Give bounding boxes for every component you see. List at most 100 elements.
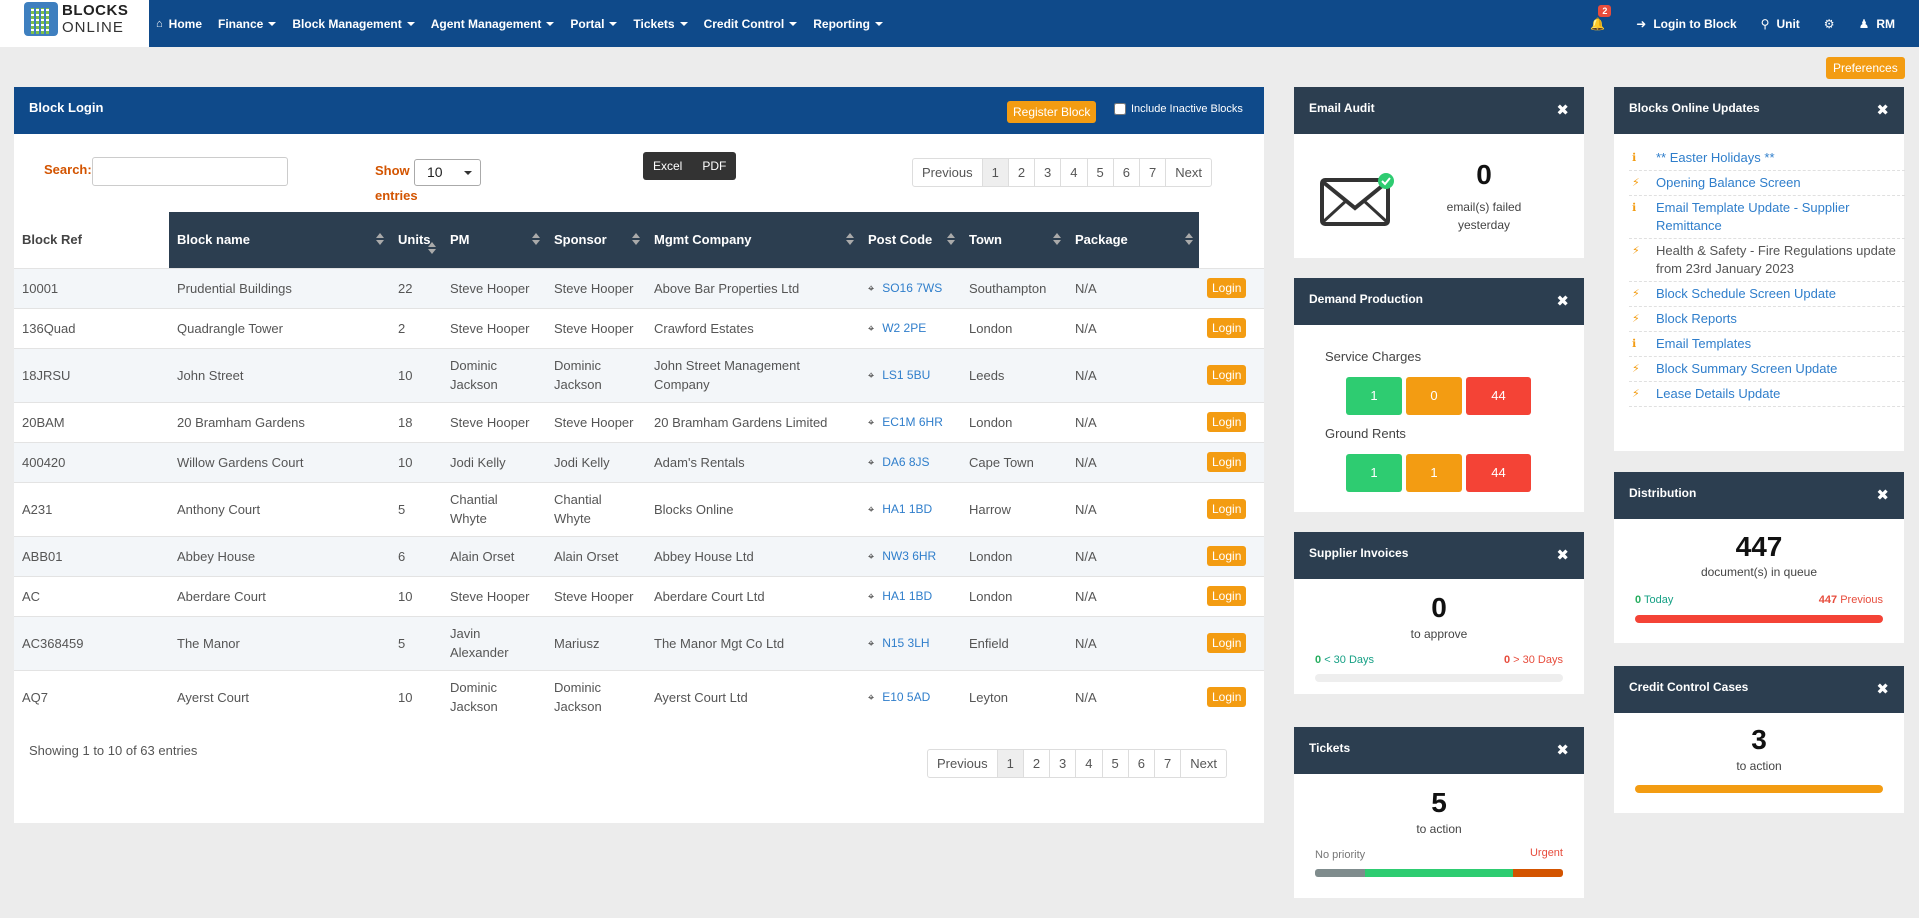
post-code-link[interactable]: E10 5AD bbox=[882, 690, 930, 704]
login-button[interactable]: Login bbox=[1207, 633, 1247, 653]
page-button[interactable]: Previous bbox=[913, 159, 982, 186]
page-button[interactable]: 5 bbox=[1101, 750, 1128, 777]
update-item[interactable]: ⚡ Health & Safety - Fire Regulations upda… bbox=[1629, 239, 1905, 282]
table-row: A231 Anthony Court 5 Chantial Whyte Chantial… bbox=[14, 481, 1264, 536]
page-button[interactable]: 4 bbox=[1060, 159, 1086, 186]
update-item[interactable]: ℹ Email Templates bbox=[1629, 332, 1905, 357]
page-size-select[interactable]: 10 bbox=[414, 159, 481, 186]
include-inactive-toggle[interactable]: Include Inactive Blocks bbox=[1114, 103, 1243, 115]
service-charges-green[interactable]: 1 bbox=[1346, 377, 1402, 415]
page-button[interactable]: Next bbox=[1180, 750, 1226, 777]
page-button[interactable]: 7 bbox=[1153, 750, 1180, 777]
search-input[interactable] bbox=[92, 157, 288, 186]
page-button[interactable]: 6 bbox=[1127, 750, 1154, 777]
col-package[interactable]: Package bbox=[1067, 212, 1199, 268]
invoices-under-30[interactable]: 0 < 30 Days bbox=[1315, 654, 1374, 666]
col-town[interactable]: Town bbox=[961, 212, 1067, 268]
invoices-over-30[interactable]: 0 > 30 Days bbox=[1504, 654, 1563, 666]
page-button[interactable]: 7 bbox=[1138, 159, 1165, 186]
nav-block-management[interactable]: Block Management bbox=[292, 17, 415, 31]
close-icon[interactable]: ✖ bbox=[1556, 101, 1569, 119]
post-code-link[interactable]: HA1 1BD bbox=[882, 589, 932, 603]
col-units[interactable]: Units bbox=[390, 212, 442, 268]
update-item[interactable]: ℹ Email Template Update - Supplier Remitt… bbox=[1629, 196, 1905, 239]
page-button[interactable]: 6 bbox=[1112, 159, 1139, 186]
post-code-link[interactable]: EC1M 6HR bbox=[882, 415, 943, 429]
col-post-code[interactable]: Post Code bbox=[860, 212, 961, 268]
page-button[interactable]: 4 bbox=[1075, 750, 1101, 777]
post-code-link[interactable]: W2 2PE bbox=[882, 321, 926, 335]
update-item[interactable]: ⚡ Block Schedule Screen Update bbox=[1629, 282, 1905, 307]
post-code-link[interactable]: LS1 5BU bbox=[882, 368, 930, 382]
col-block-ref[interactable]: Block Ref bbox=[14, 212, 169, 268]
col-pm[interactable]: PM bbox=[442, 212, 546, 268]
pdf-button[interactable]: PDF bbox=[692, 152, 736, 180]
page-button[interactable]: 1 bbox=[981, 159, 1008, 186]
user-menu[interactable]: ♟ RM bbox=[1859, 17, 1895, 31]
close-icon[interactable]: ✖ bbox=[1876, 486, 1889, 504]
post-code-link[interactable]: N15 3LH bbox=[882, 636, 929, 650]
nav-reporting[interactable]: Reporting bbox=[813, 17, 883, 31]
email-audit-title: Email Audit bbox=[1309, 101, 1375, 115]
nav-credit-control[interactable]: Credit Control bbox=[704, 17, 798, 31]
nav-agent-management[interactable]: Agent Management bbox=[431, 17, 555, 31]
page-button[interactable]: 3 bbox=[1034, 159, 1060, 186]
close-icon[interactable]: ✖ bbox=[1556, 546, 1569, 564]
ground-rents-green[interactable]: 1 bbox=[1346, 454, 1402, 492]
notifications-button[interactable]: 🔔 2 bbox=[1590, 4, 1612, 31]
login-button[interactable]: Login bbox=[1207, 586, 1247, 606]
col-sponsor[interactable]: Sponsor bbox=[546, 212, 646, 268]
login-button[interactable]: Login bbox=[1207, 365, 1247, 385]
post-code-link[interactable]: DA6 8JS bbox=[882, 455, 929, 469]
page-button[interactable]: 2 bbox=[1022, 750, 1049, 777]
settings-button[interactable]: ⚙ bbox=[1824, 17, 1835, 31]
service-charges-red[interactable]: 44 bbox=[1466, 377, 1531, 415]
logo[interactable]: BLOCKS ONLINE bbox=[0, 0, 149, 47]
page-button[interactable]: Previous bbox=[928, 750, 997, 777]
login-button[interactable]: Login bbox=[1207, 687, 1247, 708]
page-button[interactable]: 5 bbox=[1086, 159, 1113, 186]
nav-finance[interactable]: Finance bbox=[218, 17, 277, 31]
town-cell: Harrow bbox=[961, 481, 1067, 536]
login-button[interactable]: Login bbox=[1207, 452, 1247, 472]
post-code-link[interactable]: HA1 1BD bbox=[882, 502, 932, 516]
update-item[interactable]: ℹ ** Easter Holidays ** bbox=[1629, 146, 1905, 171]
login-to-block-button[interactable]: ➜ Login to Block bbox=[1636, 17, 1736, 31]
login-button[interactable]: Login bbox=[1207, 278, 1247, 298]
pm-cell: Chantial Whyte bbox=[442, 481, 546, 536]
login-button[interactable]: Login bbox=[1207, 499, 1247, 519]
ground-rents-red[interactable]: 44 bbox=[1466, 454, 1531, 492]
page-button[interactable]: 3 bbox=[1049, 750, 1075, 777]
nav-portal[interactable]: Portal bbox=[570, 17, 618, 31]
supplier-invoices-title: Supplier Invoices bbox=[1309, 546, 1409, 560]
page-button[interactable]: Next bbox=[1165, 159, 1211, 186]
distribution-previous[interactable]: 447 Previous bbox=[1819, 594, 1883, 606]
excel-button[interactable]: Excel bbox=[643, 152, 692, 180]
update-item[interactable]: ⚡ Lease Details Update bbox=[1629, 382, 1905, 407]
update-item[interactable]: ⚡ Block Reports bbox=[1629, 307, 1905, 332]
nav-home[interactable]: ⌂ Home bbox=[156, 17, 202, 31]
page-button[interactable]: 2 bbox=[1007, 159, 1034, 186]
post-code-link[interactable]: NW3 6HR bbox=[882, 549, 936, 563]
service-charges-orange[interactable]: 0 bbox=[1406, 377, 1462, 415]
unit-search-button[interactable]: ⚲ Unit bbox=[1761, 17, 1800, 31]
update-item[interactable]: ⚡ Opening Balance Screen bbox=[1629, 171, 1905, 196]
register-block-button[interactable]: Register Block bbox=[1007, 101, 1097, 123]
post-code-link[interactable]: SO16 7WS bbox=[882, 281, 942, 295]
login-button[interactable]: Login bbox=[1207, 412, 1247, 432]
close-icon[interactable]: ✖ bbox=[1876, 101, 1889, 119]
close-icon[interactable]: ✖ bbox=[1876, 680, 1889, 698]
close-icon[interactable]: ✖ bbox=[1556, 741, 1569, 759]
include-inactive-checkbox[interactable] bbox=[1114, 103, 1126, 115]
col-block-name[interactable]: Block name bbox=[169, 212, 390, 268]
nav-tickets[interactable]: Tickets bbox=[633, 17, 688, 31]
distribution-today[interactable]: 0 Today bbox=[1635, 594, 1673, 606]
preferences-button[interactable]: Preferences bbox=[1826, 57, 1905, 79]
login-button[interactable]: Login bbox=[1207, 546, 1247, 566]
close-icon[interactable]: ✖ bbox=[1556, 292, 1569, 310]
update-item[interactable]: ⚡ Block Summary Screen Update bbox=[1629, 357, 1905, 382]
login-button[interactable]: Login bbox=[1207, 318, 1247, 338]
page-button[interactable]: 1 bbox=[996, 750, 1023, 777]
ground-rents-orange[interactable]: 1 bbox=[1406, 454, 1462, 492]
col-mgmt-company[interactable]: Mgmt Company bbox=[646, 212, 860, 268]
